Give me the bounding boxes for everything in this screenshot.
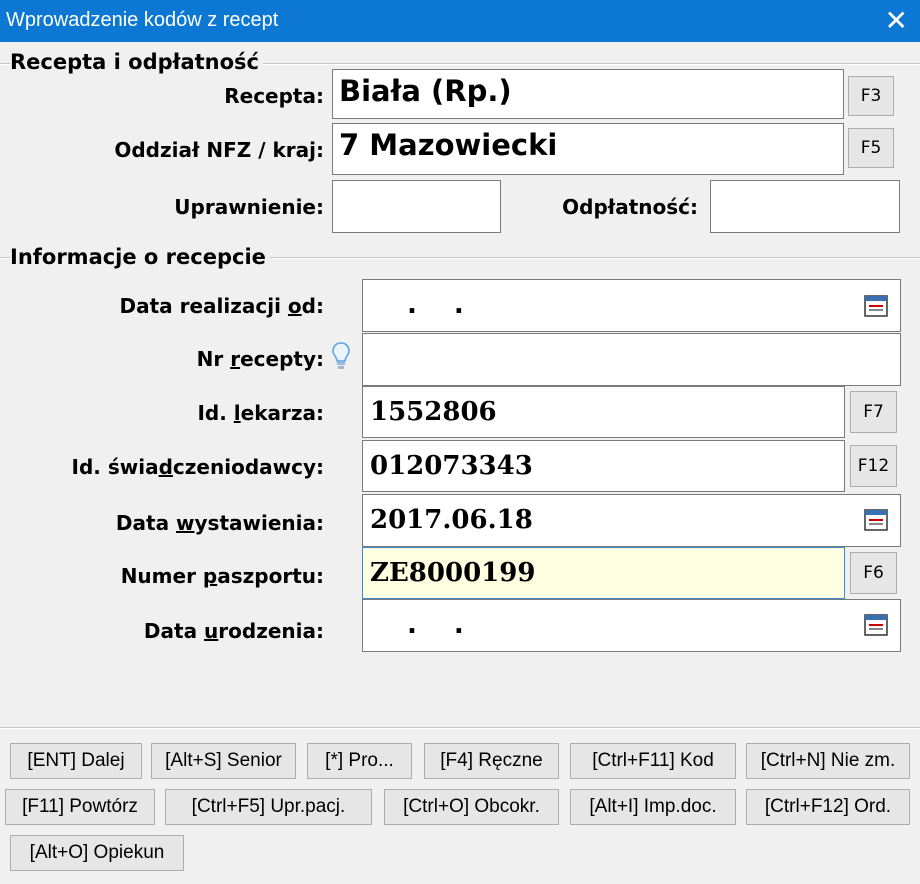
oddzial-field[interactable]: 7 Mazowiecki [332, 123, 844, 175]
data-urodzenia-label: Data urodzenia: [143, 619, 324, 643]
obcokr-button[interactable]: [Ctrl+O] Obcokr. [384, 789, 559, 825]
uprawnienie-label: Uprawnienie: [174, 195, 324, 219]
imp-doc-button[interactable]: [Alt+I] Imp.doc. [570, 789, 736, 825]
recepta-field[interactable]: Biała (Rp.) [332, 69, 844, 119]
calendar-icon[interactable] [864, 294, 888, 318]
id-lekarza-label: Id. lekarza: [197, 401, 324, 425]
nr-recepty-label: Nr recepty: [196, 347, 324, 371]
oddzial-label: Oddział NFZ / kraj: [114, 138, 324, 162]
id-lekarza-f7-button[interactable]: F7 [850, 391, 897, 433]
nie-zm-button[interactable]: [Ctrl+N] Nie zm. [746, 743, 910, 779]
data-urodzenia-field[interactable]: . . [362, 599, 901, 652]
section-title-informacje: Informacje o recepcie [10, 245, 270, 269]
upr-pacj-button[interactable]: [Ctrl+F5] Upr.pacj. [165, 789, 372, 825]
id-swiadczeniodawcy-label: Id. świadczeniodawcy: [71, 455, 324, 479]
odplatnosc-label: Odpłatność: [562, 195, 698, 219]
data-realizacji-label: Data realizacji od: [119, 294, 325, 318]
data-realizacji-field[interactable]: . . [362, 279, 901, 332]
buttons-separator [0, 727, 920, 729]
title-bar: Wprowadzenie kodów z recept ✕ [0, 0, 920, 42]
id-swiadczeniodawcy-f12-button[interactable]: F12 [850, 445, 897, 487]
reczne-button[interactable]: [F4] Ręczne [424, 743, 559, 779]
opiekun-button[interactable]: [Alt+O] Opiekun [10, 835, 184, 871]
senior-button[interactable]: [Alt+S] Senior [151, 743, 296, 779]
calendar-icon[interactable] [864, 613, 888, 637]
id-swiadczeniodawcy-field[interactable]: 012073343 [362, 440, 845, 492]
oddzial-f5-button[interactable]: F5 [848, 128, 894, 168]
id-lekarza-field[interactable]: 1552806 [362, 386, 845, 438]
nr-recepty-field[interactable] [362, 333, 901, 386]
dalej-button[interactable]: [ENT] Dalej [10, 743, 142, 779]
pro-button[interactable]: [*] Pro... [307, 743, 412, 779]
data-wystawienia-field[interactable]: 2017.06.18 [362, 494, 901, 547]
odplatnosc-field[interactable] [710, 180, 900, 233]
data-wystawienia-label: Data wystawienia: [115, 511, 324, 535]
powtorz-button[interactable]: [F11] Powtórz [5, 789, 155, 825]
window-title: Wprowadzenie kodów z recept [6, 9, 279, 31]
uprawnienie-field[interactable] [332, 180, 501, 233]
numer-paszportu-f6-button[interactable]: F6 [850, 552, 897, 594]
recepta-label: Recepta: [224, 84, 324, 108]
recepta-f3-button[interactable]: F3 [848, 76, 894, 116]
kod-button[interactable]: [Ctrl+F11] Kod [570, 743, 736, 779]
numer-paszportu-field[interactable]: ZE8000199 [362, 547, 845, 599]
numer-paszportu-label: Numer paszportu: [120, 564, 324, 588]
ord-button[interactable]: [Ctrl+F12] Ord. [746, 789, 910, 825]
section-title-recepta: Recepta i odpłatność [10, 50, 263, 74]
calendar-icon[interactable] [864, 508, 888, 532]
close-icon[interactable]: ✕ [885, 4, 908, 37]
lightbulb-icon [331, 341, 351, 373]
